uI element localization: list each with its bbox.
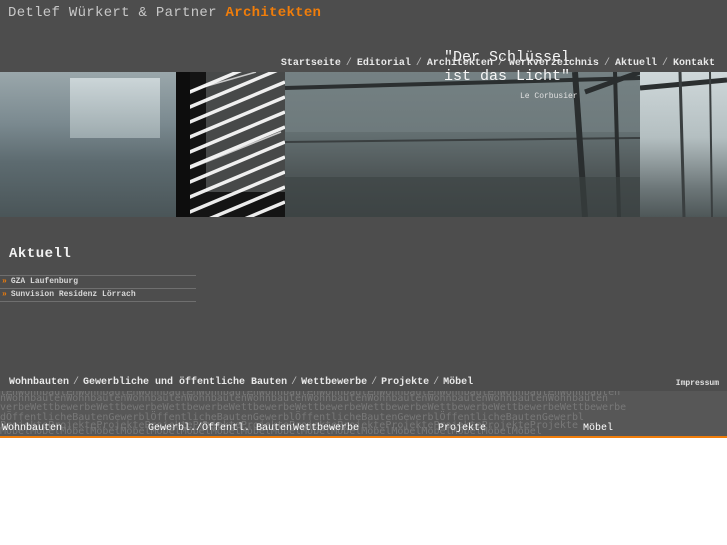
section-title: Aktuell — [9, 246, 72, 262]
nav-separator: / — [345, 58, 352, 69]
window-illustration — [639, 72, 727, 217]
nav-separator: / — [603, 58, 610, 69]
category-link-wettbewerbe[interactable]: Wettbewerbe — [301, 377, 367, 388]
category-link-gewerbliche-bauten[interactable]: Gewerbliche und öffentliche Bauten — [83, 377, 287, 388]
category-separator: / — [371, 377, 378, 388]
banner-photo-railing — [284, 72, 641, 217]
site-header: Detlef Würkert & Partner Architekten Sta… — [0, 0, 727, 72]
banner-photo-window — [639, 72, 727, 217]
news-list: » GZA Laufenburg » Sunvision Residenz Lörr… — [0, 275, 196, 302]
news-section: Aktuell » GZA Laufenburg » Sunvision Resid… — [0, 217, 727, 374]
news-item-label: Sunvision Residenz Lörrach — [10, 290, 136, 299]
banner-photo-interior — [0, 72, 176, 217]
strip-link-wettbewerbe[interactable]: Wettbewerbe — [293, 424, 359, 434]
category-link-projekte[interactable]: Projekte — [381, 377, 429, 388]
railing-illustration — [284, 72, 641, 217]
category-links: Wohnbauten / Gewerbliche und öffentliche B… — [9, 377, 473, 388]
brand-name: Detlef Würkert & Partner — [8, 5, 217, 21]
strip-link-moebel[interactable]: Möbel — [583, 424, 613, 434]
news-item-label: GZA Laufenburg — [10, 277, 79, 286]
category-navigation: Wohnbauten / Gewerbliche und öffentliche B… — [0, 374, 727, 391]
arrow-icon: » — [2, 277, 7, 286]
staircase-illustration — [165, 72, 286, 217]
impressum-link[interactable]: Impressum — [676, 379, 719, 388]
strip-columns: Wohnbauten Gewerbl./Öffentl. Bauten Wett… — [0, 424, 727, 434]
nav-link-aktuell[interactable]: Aktuell — [615, 58, 657, 69]
arrow-icon: » — [2, 290, 7, 299]
brand-accent: Architekten — [225, 5, 322, 21]
category-strip: tenWohnbautenWohnbautenWohnbautenWohnbau… — [0, 391, 727, 436]
nav-link-kontakt[interactable]: Kontakt — [673, 58, 715, 69]
category-separator: / — [73, 377, 80, 388]
accent-divider — [0, 436, 727, 438]
strip-link-wohnbauten[interactable]: Wohnbauten — [2, 424, 62, 434]
strip-link-gewerbl-bauten[interactable]: Gewerbl./Öffentl. Bauten — [148, 424, 292, 434]
nav-link-startseite[interactable]: Startseite — [281, 58, 341, 69]
nav-link-editorial[interactable]: Editorial — [357, 58, 411, 69]
quote-author: Le Corbusier — [520, 92, 578, 101]
quote-line: "Der Schlüssel — [444, 49, 571, 66]
category-link-wohnbauten[interactable]: Wohnbauten — [9, 377, 69, 388]
news-item[interactable]: » Sunvision Residenz Lörrach — [0, 288, 196, 302]
quote-line: ist das Licht" — [444, 68, 571, 85]
banner-quote: "Der Schlüssel ist das Licht" — [444, 48, 570, 86]
nav-separator: / — [661, 58, 668, 69]
banner-photo-staircase — [165, 72, 286, 217]
category-link-moebel[interactable]: Möbel — [443, 377, 473, 388]
news-item[interactable]: » GZA Laufenburg — [0, 275, 196, 288]
nav-separator: / — [415, 58, 422, 69]
strip-link-projekte[interactable]: Projekte — [438, 424, 486, 434]
category-separator: / — [433, 377, 440, 388]
hero-banner — [0, 72, 727, 217]
category-separator: / — [291, 377, 298, 388]
brand-logo[interactable]: Detlef Würkert & Partner Architekten — [8, 5, 321, 21]
